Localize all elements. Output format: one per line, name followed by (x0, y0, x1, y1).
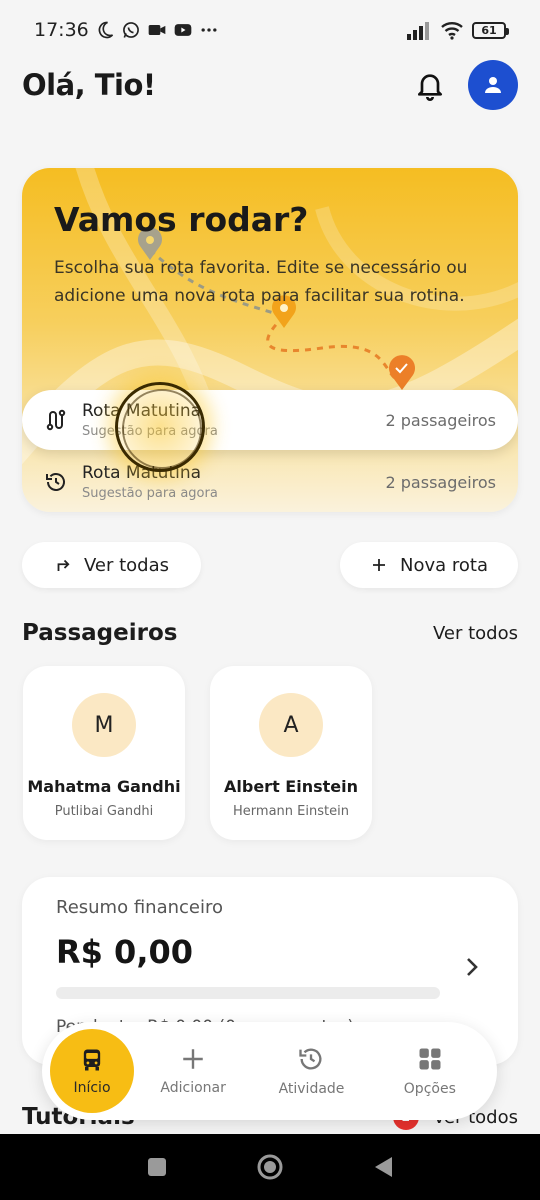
passenger-card[interactable]: M Mahatma Gandhi Putlibai Gandhi (23, 666, 185, 840)
passenger-guardian: Putlibai Gandhi (54, 804, 154, 819)
wifi-icon (441, 22, 463, 40)
hero-title: Vamos rodar? (54, 200, 309, 239)
view-all-routes-button[interactable]: Ver todas (22, 542, 201, 588)
hero-description: Escolha sua rota favorita. Edite se nece… (54, 258, 468, 306)
route-item[interactable]: Rota Matutina Sugestão para agora 2 pass… (22, 390, 518, 450)
signal-icon (407, 22, 429, 40)
nav-add-label: Adicionar (160, 1080, 226, 1096)
battery-indicator: 61 (472, 21, 509, 39)
passengers-view-all-link[interactable]: Ver todos (433, 623, 518, 644)
nav-activity-label: Atividade (278, 1081, 345, 1097)
history-icon (299, 1048, 322, 1070)
turn-right-arrow-icon (57, 559, 70, 571)
user-icon (485, 77, 501, 93)
passenger-name: Albert Einstein (224, 777, 358, 796)
routes-hero-card: Vamos rodar? Escolha sua rota favorita. … (22, 168, 518, 512)
nav-options[interactable]: Opções (371, 1029, 489, 1113)
route-passenger-count: 2 passageiros (385, 410, 497, 430)
moon-icon (98, 21, 113, 39)
back-triangle-icon[interactable] (372, 1155, 394, 1179)
route-passenger-count: 2 passageiros (385, 472, 497, 492)
whatsapp-icon (122, 22, 139, 38)
nav-options-label: Opções (403, 1081, 456, 1097)
profile-avatar-button[interactable] (468, 60, 518, 110)
view-all-routes-label: Ver todas (83, 554, 170, 576)
status-bar: 17:36 61 (0, 0, 540, 60)
passenger-avatar: A (259, 693, 323, 757)
plus-icon (183, 1049, 203, 1069)
passenger-card[interactable]: A Albert Einstein Hermann Einstein (210, 666, 372, 840)
youtube-icon (174, 24, 192, 36)
new-route-button[interactable]: Nova rota (340, 542, 518, 588)
recents-square-icon[interactable] (146, 1156, 168, 1178)
touch-indicator (115, 382, 205, 472)
chevron-right-icon (467, 958, 478, 976)
route-icon (46, 409, 66, 431)
nav-home-label: Início (73, 1080, 111, 1096)
nav-home[interactable]: Início (50, 1029, 134, 1113)
passengers-title: Passageiros (22, 620, 178, 646)
more-icon (201, 28, 217, 32)
finance-value: R$ 0,00 (56, 933, 193, 971)
status-time: 17:36 (34, 19, 89, 41)
finance-title: Resumo financeiro (56, 897, 224, 918)
greeting-title: Olá, Tio! (22, 68, 156, 102)
passenger-name: Mahatma Gandhi (27, 777, 181, 796)
system-navigation-bar (0, 1134, 540, 1200)
home-circle-icon[interactable] (256, 1153, 284, 1181)
passengers-section-header: Passageiros Ver todos (22, 620, 518, 646)
passenger-avatar: M (72, 693, 136, 757)
passenger-guardian: Hermann Einstein (233, 804, 349, 819)
video-icon (148, 25, 166, 35)
plus-icon (373, 559, 385, 571)
bus-icon (83, 1049, 101, 1071)
route-subtitle: Sugestão para agora (82, 486, 218, 501)
new-route-label: Nova rota (400, 554, 488, 576)
finance-progress-bar (56, 987, 440, 999)
history-icon (46, 473, 65, 491)
grid-icon (419, 1048, 441, 1070)
route-item[interactable]: Rota Matutina Sugestão para agora 2 pass… (22, 452, 518, 512)
bell-icon[interactable] (414, 69, 446, 101)
nav-add[interactable]: Adicionar (134, 1029, 252, 1113)
bottom-navigation: Início Adicionar Atividade Opções (42, 1022, 497, 1120)
header: Olá, Tio! (22, 58, 518, 112)
nav-activity[interactable]: Atividade (252, 1029, 370, 1113)
